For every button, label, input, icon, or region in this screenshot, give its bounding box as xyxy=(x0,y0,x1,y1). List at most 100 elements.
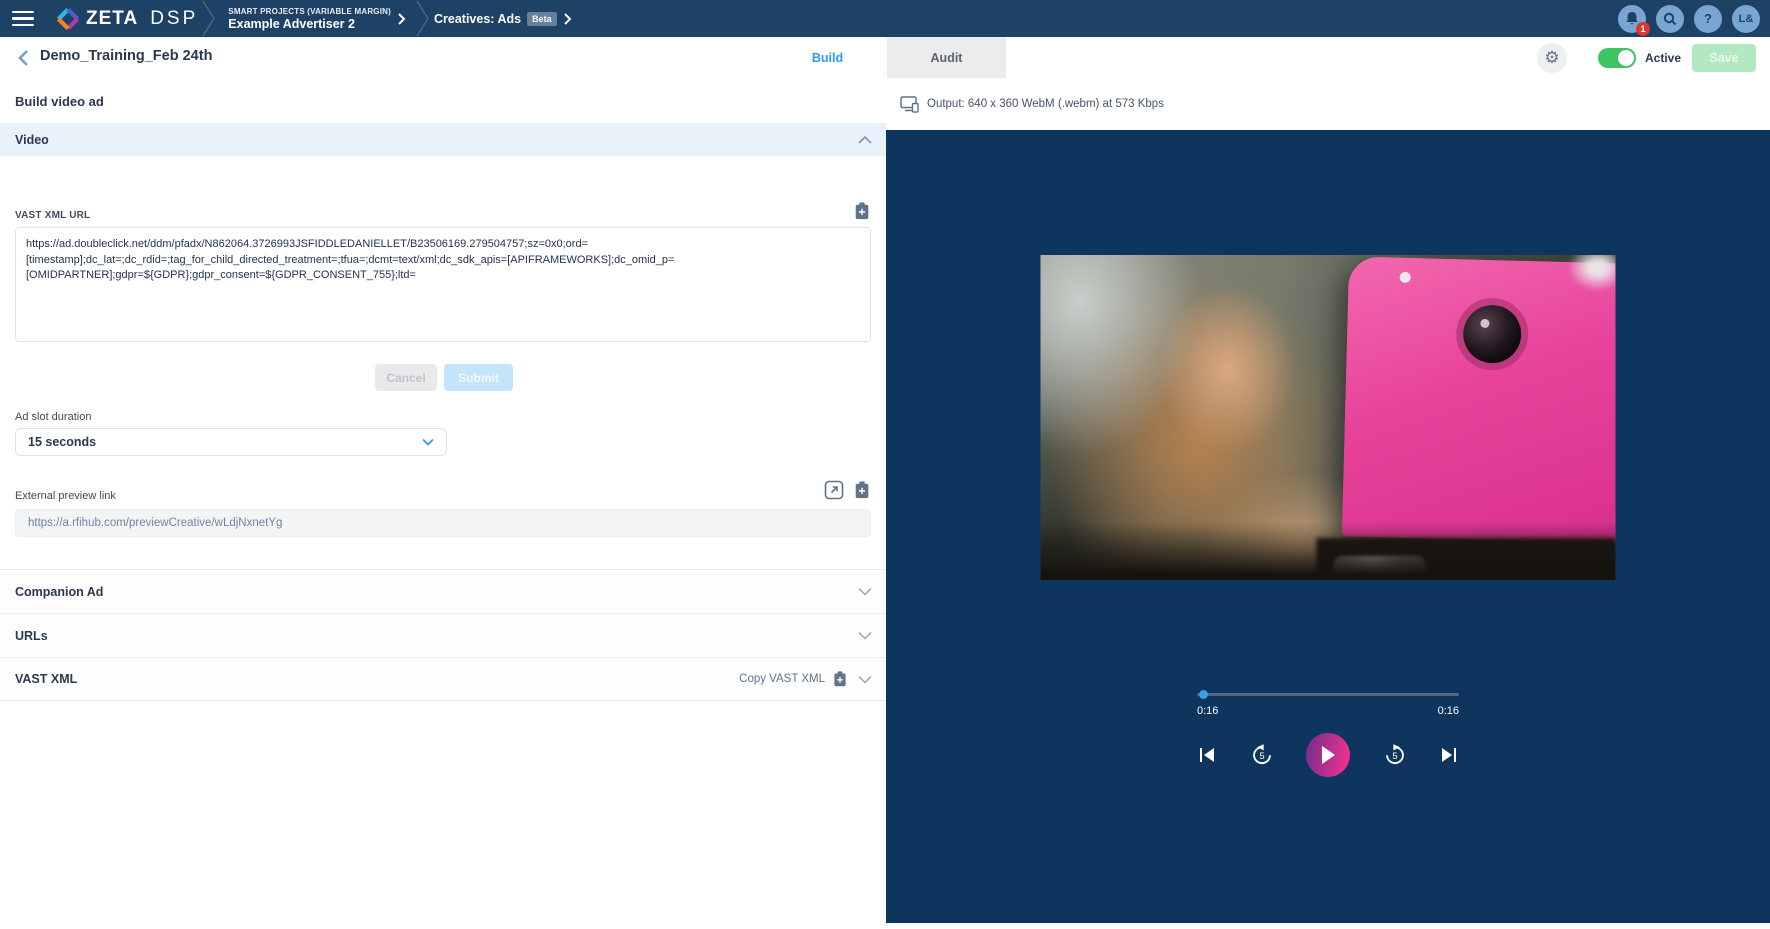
build-panel-heading: Build video ad xyxy=(0,78,886,123)
avatar-initials: L& xyxy=(1739,13,1754,25)
user-avatar[interactable]: L& xyxy=(1732,5,1760,33)
copy-preview-link-button[interactable] xyxy=(853,480,871,500)
copy-vast-xml-label: Copy VAST XML xyxy=(739,673,825,685)
vast-xml-section-header[interactable]: VAST XML Copy VAST XML xyxy=(0,657,886,701)
ad-slot-duration-label: Ad slot duration xyxy=(15,411,871,423)
video-player-controls: 0:16 0:16 5 xyxy=(1197,690,1459,777)
phone-camera-lens xyxy=(1462,304,1521,363)
top-navbar: ZETA DSP SMART PROJECTS (VARIABLE MARGIN… xyxy=(0,0,1770,37)
ad-slot-duration-select[interactable]: 15 seconds xyxy=(15,428,447,456)
copy-vast-url-button[interactable] xyxy=(853,201,871,221)
external-preview-label: External preview link xyxy=(15,490,116,502)
skip-end-icon xyxy=(1439,745,1459,765)
active-toggle-label: Active xyxy=(1645,51,1681,65)
total-time: 0:16 xyxy=(1438,705,1459,717)
clipboard-plus-icon xyxy=(853,201,871,221)
forward-5-icon: 5 xyxy=(1384,744,1406,766)
video-pink-phone xyxy=(1342,256,1616,543)
tab-audit[interactable]: Audit xyxy=(887,37,1006,78)
external-preview-link-input[interactable] xyxy=(15,509,871,537)
urls-label: URLs xyxy=(15,629,48,643)
breadcrumb-section-label: Creatives: Ads xyxy=(434,12,521,26)
question-mark-icon: ? xyxy=(1704,11,1712,26)
back-button[interactable] xyxy=(12,47,34,69)
notification-count-badge: 1 xyxy=(1636,22,1650,36)
play-button[interactable] xyxy=(1306,733,1350,777)
video-preview-area: 0:16 0:16 5 xyxy=(886,130,1770,923)
chevron-down-icon xyxy=(858,631,872,640)
collapsed-sections: Companion Ad URLs VAST XML Copy VAST XML xyxy=(0,569,886,701)
timeline-handle[interactable] xyxy=(1199,690,1208,699)
video-frame xyxy=(1041,255,1616,580)
forward-seconds-label: 5 xyxy=(1392,751,1397,761)
timeline-track xyxy=(1197,693,1459,696)
skip-to-start-button[interactable] xyxy=(1197,745,1217,765)
help-button[interactable]: ? xyxy=(1694,5,1722,33)
beta-badge: Beta xyxy=(527,12,557,26)
clipboard-plus-icon xyxy=(853,480,871,500)
forward-5-button[interactable]: 5 xyxy=(1384,744,1406,766)
notifications-button[interactable]: 1 xyxy=(1618,5,1646,33)
save-button[interactable]: Save xyxy=(1692,44,1756,72)
video-section-header[interactable]: Video xyxy=(0,123,886,156)
logo-dsp-text: DSP xyxy=(150,8,198,30)
navbar-actions: 1 ? L& xyxy=(1618,5,1760,33)
replay-5-icon: 5 xyxy=(1251,744,1273,766)
vast-url-label: VAST XML URL xyxy=(15,210,90,221)
toggle-knob xyxy=(1618,50,1634,66)
breadcrumb-advertiser[interactable]: SMART PROJECTS (VARIABLE MARGIN) Example… xyxy=(228,7,391,31)
page-subheader: Demo_Training_Feb 24th Build Audit ⚙ Act… xyxy=(0,37,1770,78)
phone-flash-dot xyxy=(1399,272,1410,283)
submit-button[interactable]: Submit xyxy=(444,364,513,391)
cancel-button[interactable]: Cancel xyxy=(375,364,437,391)
search-button[interactable] xyxy=(1656,5,1684,33)
active-toggle-group: Active xyxy=(1598,48,1681,68)
breadcrumb-project-label: SMART PROJECTS (VARIABLE MARGIN) xyxy=(228,7,391,16)
timeline-scrubber[interactable] xyxy=(1197,690,1459,699)
rewind-seconds-label: 5 xyxy=(1259,751,1264,761)
preview-panel: Output: 640 x 360 WebM (.webm) at 573 Kb… xyxy=(886,78,1770,929)
video-highlight xyxy=(1567,255,1616,291)
chevron-down-icon xyxy=(422,438,434,446)
breadcrumb-separator-icon xyxy=(416,0,430,37)
tab-build[interactable]: Build xyxy=(768,37,887,78)
creative-title: Demo_Training_Feb 24th xyxy=(40,48,212,64)
companion-ad-section-header[interactable]: Companion Ad xyxy=(0,569,886,613)
ad-slot-duration-value: 15 seconds xyxy=(28,435,96,449)
playback-buttons-row: 5 5 xyxy=(1197,733,1459,777)
vast-xml-url-input[interactable]: https://ad.doubleclick.net/ddm/pfadx/N86… xyxy=(15,227,871,342)
urls-section-header[interactable]: URLs xyxy=(0,613,886,657)
current-time: 0:16 xyxy=(1197,705,1218,717)
zeta-diamond-icon xyxy=(56,7,80,31)
output-info-text: Output: 640 x 360 WebM (.webm) at 573 Kb… xyxy=(927,98,1164,110)
external-link-icon xyxy=(824,480,844,500)
settings-button[interactable]: ⚙ xyxy=(1537,43,1567,73)
chevron-down-icon xyxy=(858,587,872,596)
build-audit-tabs: Build Audit xyxy=(768,37,1006,78)
active-toggle[interactable] xyxy=(1598,48,1636,68)
chevron-right-icon[interactable] xyxy=(563,12,572,26)
clipboard-plus-icon xyxy=(832,670,848,688)
vast-xml-label: VAST XML xyxy=(15,672,77,686)
external-preview-label-row: External preview link xyxy=(15,482,871,502)
play-icon xyxy=(1319,745,1337,765)
gear-icon: ⚙ xyxy=(1544,48,1559,68)
zeta-dsp-logo[interactable]: ZETA DSP xyxy=(56,7,198,31)
breadcrumb-advertiser-name: Example Advertiser 2 xyxy=(228,17,391,31)
form-buttons-row: Cancel Submit xyxy=(15,364,871,391)
chevron-down-icon xyxy=(858,675,872,684)
chevron-right-icon[interactable] xyxy=(397,12,406,26)
skip-to-end-button[interactable] xyxy=(1439,745,1459,765)
output-info-row: Output: 640 x 360 WebM (.webm) at 573 Kb… xyxy=(886,78,1770,130)
external-preview-actions xyxy=(824,480,871,500)
time-display-row: 0:16 0:16 xyxy=(1197,705,1459,717)
vast-url-label-row: VAST XML URL xyxy=(15,201,871,221)
chevron-left-icon xyxy=(18,49,29,67)
companion-ad-label: Companion Ad xyxy=(15,585,103,599)
copy-vast-xml-button[interactable]: Copy VAST XML xyxy=(739,670,848,688)
rewind-5-button[interactable]: 5 xyxy=(1251,744,1273,766)
hamburger-menu-icon[interactable] xyxy=(12,0,46,37)
skip-start-icon xyxy=(1197,745,1217,765)
breadcrumb-creatives-ads[interactable]: Creatives: Ads Beta xyxy=(434,12,557,26)
open-external-preview-button[interactable] xyxy=(824,480,844,500)
